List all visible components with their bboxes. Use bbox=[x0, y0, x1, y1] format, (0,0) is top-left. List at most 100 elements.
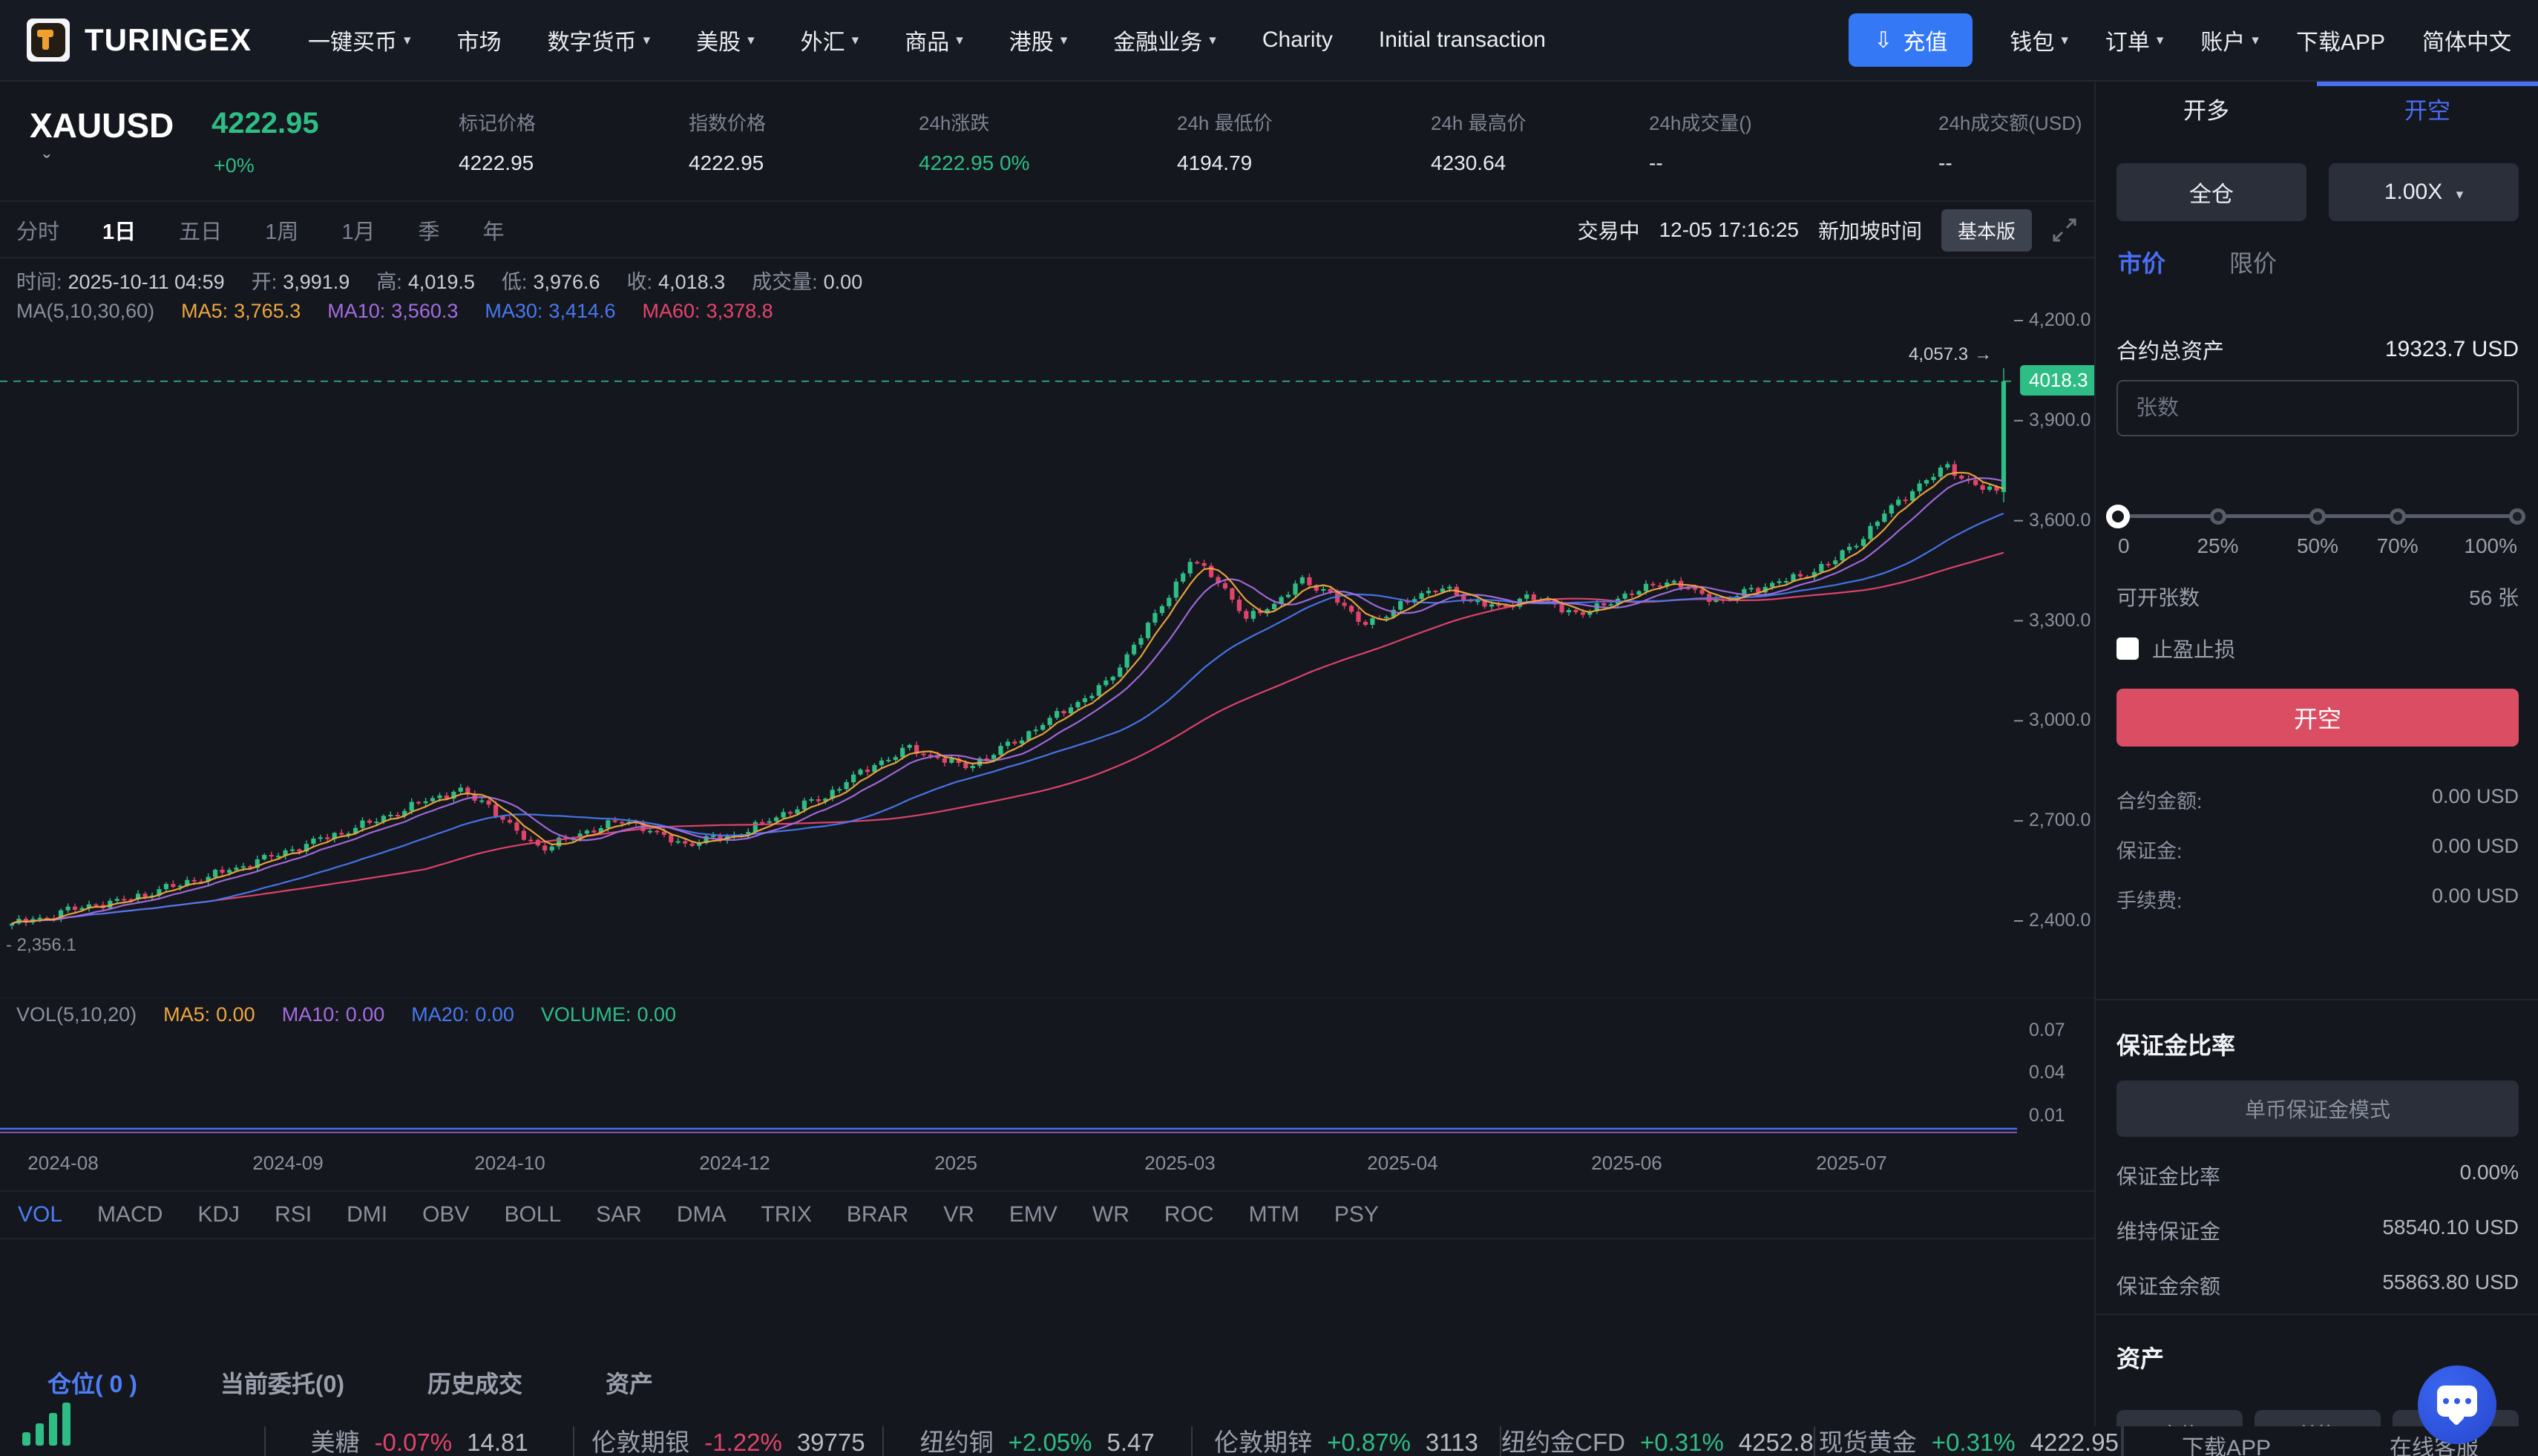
slider-handle[interactable] bbox=[2106, 505, 2130, 528]
nav-item-一键买币[interactable]: 一键买币▾ bbox=[308, 24, 411, 56]
margin-leverage-row: 全仓 1.00X ▾ bbox=[2116, 163, 2519, 221]
slider-mark-100%[interactable]: 100% bbox=[2464, 534, 2517, 558]
timeframe-1周[interactable]: 1周 bbox=[265, 214, 298, 246]
nav-item-商品[interactable]: 商品▾ bbox=[905, 24, 963, 56]
indicator-KDJ[interactable]: KDJ bbox=[197, 1202, 240, 1227]
indicator-BOLL[interactable]: BOLL bbox=[504, 1202, 561, 1227]
candlestick-chart[interactable] bbox=[0, 319, 2094, 1143]
timeframe-年[interactable]: 年 bbox=[482, 214, 504, 246]
ticker-伦敦期锌[interactable]: 伦敦期锌+0.87%3113 bbox=[1193, 1426, 1501, 1456]
nav-item-label: 美股 bbox=[696, 24, 741, 56]
ohlc-legend: 时间:2025-10-11 04:59开:3,991.9高:4,019.5低:3… bbox=[16, 266, 862, 295]
timeframe-1日[interactable]: 1日 bbox=[102, 214, 136, 246]
indicator-VOL[interactable]: VOL bbox=[18, 1202, 62, 1227]
nav-item-市场[interactable]: 市场 bbox=[457, 24, 502, 56]
indicator-TRIX[interactable]: TRIX bbox=[761, 1202, 812, 1227]
margin-row: 保证金比率0.00% bbox=[2116, 1161, 2519, 1190]
ticker-name: 伦敦期锌 bbox=[1214, 1426, 1312, 1456]
tab-market-order[interactable]: 市价 bbox=[2118, 245, 2165, 279]
indicator-OBV[interactable]: OBV bbox=[422, 1202, 469, 1227]
slider-dot-70%[interactable] bbox=[2390, 508, 2406, 525]
ticker-美糖[interactable]: 美糖-0.07%14.81 bbox=[266, 1426, 574, 1456]
ticker-纽约金CFD[interactable]: 纽约金CFD+0.31%4252.8 bbox=[1501, 1426, 1815, 1456]
nav-item-账户[interactable]: 账户▾ bbox=[2200, 24, 2259, 56]
indicator-MACD[interactable]: MACD bbox=[97, 1202, 163, 1227]
indicator-EMV[interactable]: EMV bbox=[1009, 1202, 1058, 1227]
toolbar-right: 交易中 12-05 17:16:25 新加坡时间 基本版 bbox=[1578, 209, 2078, 252]
open-short-button[interactable]: 开空 bbox=[2116, 689, 2519, 747]
indicator-BRAR[interactable]: BRAR bbox=[847, 1202, 908, 1227]
tab-资产[interactable]: 资产 bbox=[606, 1365, 653, 1400]
detail-value: 0.00 USD bbox=[2432, 835, 2519, 864]
nav-item-外汇[interactable]: 外汇▾ bbox=[801, 24, 859, 56]
slider-mark-25%[interactable]: 25% bbox=[2197, 534, 2238, 558]
brand-logo-icon[interactable] bbox=[27, 19, 70, 62]
tpsl-row[interactable]: 止盈止损 bbox=[2116, 634, 2235, 663]
section-divider bbox=[2096, 999, 2538, 1000]
nav-item-数字货币[interactable]: 数字货币▾ bbox=[548, 24, 651, 56]
min-price-label: 2,356.1 bbox=[6, 935, 76, 956]
tpsl-checkbox[interactable] bbox=[2116, 637, 2139, 660]
x-axis-label: 2025-03 bbox=[1144, 1152, 1215, 1175]
indicator-MTM[interactable]: MTM bbox=[1249, 1202, 1299, 1227]
tab-仓位( 0 )[interactable]: 仓位( 0 ) bbox=[47, 1365, 137, 1400]
slider-dot-25%[interactable] bbox=[2210, 508, 2226, 525]
indicator-WR[interactable]: WR bbox=[1092, 1202, 1129, 1227]
tab-历史成交[interactable]: 历史成交 bbox=[427, 1365, 522, 1400]
chart-version-button[interactable]: 基本版 bbox=[1941, 209, 2032, 252]
nav-item-订单[interactable]: 订单▾ bbox=[2105, 24, 2164, 56]
chat-support-fab[interactable] bbox=[2418, 1365, 2496, 1444]
tab-open-short[interactable]: 开空 bbox=[2317, 82, 2538, 135]
margin-mode-button[interactable]: 全仓 bbox=[2116, 163, 2306, 221]
leverage-button[interactable]: 1.00X ▾ bbox=[2329, 163, 2519, 221]
slider-mark-0[interactable]: 0 bbox=[2118, 534, 2130, 558]
ticker-纽约铜[interactable]: 纽约铜+2.05%5.47 bbox=[884, 1426, 1193, 1456]
x-axis-label: 2025-06 bbox=[1591, 1152, 1662, 1175]
slider-dot-100%[interactable] bbox=[2509, 508, 2525, 525]
tab-当前委托(0)[interactable]: 当前委托(0) bbox=[220, 1365, 344, 1400]
nav-item-简体中文[interactable]: 简体中文 bbox=[2422, 24, 2511, 56]
chevron-down-icon: ▾ bbox=[2157, 32, 2164, 49]
indicator-SAR[interactable]: SAR bbox=[596, 1202, 642, 1227]
detail-row: 手续费:0.00 USD bbox=[2116, 885, 2519, 914]
stat-value: 4194.79 bbox=[1177, 151, 1252, 175]
slider-mark-70%[interactable]: 70% bbox=[2377, 534, 2419, 558]
ticker-name: 纽约金CFD bbox=[1501, 1426, 1625, 1456]
download-app-link[interactable]: 下载APP bbox=[2122, 1426, 2330, 1456]
indicator-ROC[interactable]: ROC bbox=[1164, 1202, 1214, 1227]
slider-dot-50%[interactable] bbox=[2309, 508, 2326, 525]
nav-item-港股[interactable]: 港股▾ bbox=[1009, 24, 1068, 56]
fullscreen-icon[interactable] bbox=[2051, 217, 2078, 243]
ticker-现货黄金[interactable]: 现货黄金+0.31%4222.95 bbox=[1815, 1426, 2124, 1456]
indicator-RSI[interactable]: RSI bbox=[275, 1202, 312, 1227]
nav-item-Charity[interactable]: Charity bbox=[1262, 27, 1333, 53]
quantity-input[interactable] bbox=[2116, 380, 2519, 436]
deposit-button[interactable]: ⇩ 充值 bbox=[1849, 13, 1973, 67]
ticker-伦敦期银[interactable]: 伦敦期银-1.22%39775 bbox=[574, 1426, 883, 1456]
timeframe-分时[interactable]: 分时 bbox=[16, 214, 59, 246]
timeframe-季[interactable]: 季 bbox=[418, 214, 439, 246]
nav-item-Initial transaction[interactable]: Initial transaction bbox=[1379, 27, 1546, 53]
single-margin-mode-button[interactable]: 单币保证金模式 bbox=[2116, 1080, 2519, 1137]
indicator-DMI[interactable]: DMI bbox=[347, 1202, 387, 1227]
timeframe-1月[interactable]: 1月 bbox=[341, 214, 375, 246]
indicator-DMA[interactable]: DMA bbox=[677, 1202, 727, 1227]
timeframe-五日[interactable]: 五日 bbox=[179, 214, 222, 246]
nav-item-钱包[interactable]: 钱包▾ bbox=[2010, 24, 2068, 56]
tab-limit-order[interactable]: 限价 bbox=[2229, 245, 2277, 279]
tab-open-long[interactable]: 开多 bbox=[2096, 82, 2317, 135]
stat-value: 4222.95 bbox=[689, 151, 764, 175]
slider-mark-50%[interactable]: 50% bbox=[2297, 534, 2338, 558]
margin-info-rows: 保证金比率0.00%维持保证金58540.10 USD保证金余额55863.80… bbox=[2116, 1161, 2519, 1300]
indicator-VR[interactable]: VR bbox=[943, 1202, 974, 1227]
symbol-name: XAUUSD bbox=[30, 105, 174, 145]
nav-item-金融业务[interactable]: 金融业务▾ bbox=[1113, 24, 1216, 56]
nav-item-美股[interactable]: 美股▾ bbox=[696, 24, 755, 56]
indicator-PSY[interactable]: PSY bbox=[1334, 1202, 1379, 1227]
margin-label: 保证金余额 bbox=[2116, 1270, 2220, 1300]
chevron-down-icon[interactable]: ˇ bbox=[43, 151, 50, 177]
signal-bars-icon[interactable] bbox=[22, 1400, 74, 1446]
amount-slider[interactable] bbox=[2118, 503, 2517, 528]
ticker-name: 美糖 bbox=[311, 1426, 360, 1456]
nav-item-下载APP[interactable]: 下载APP bbox=[2296, 24, 2385, 56]
